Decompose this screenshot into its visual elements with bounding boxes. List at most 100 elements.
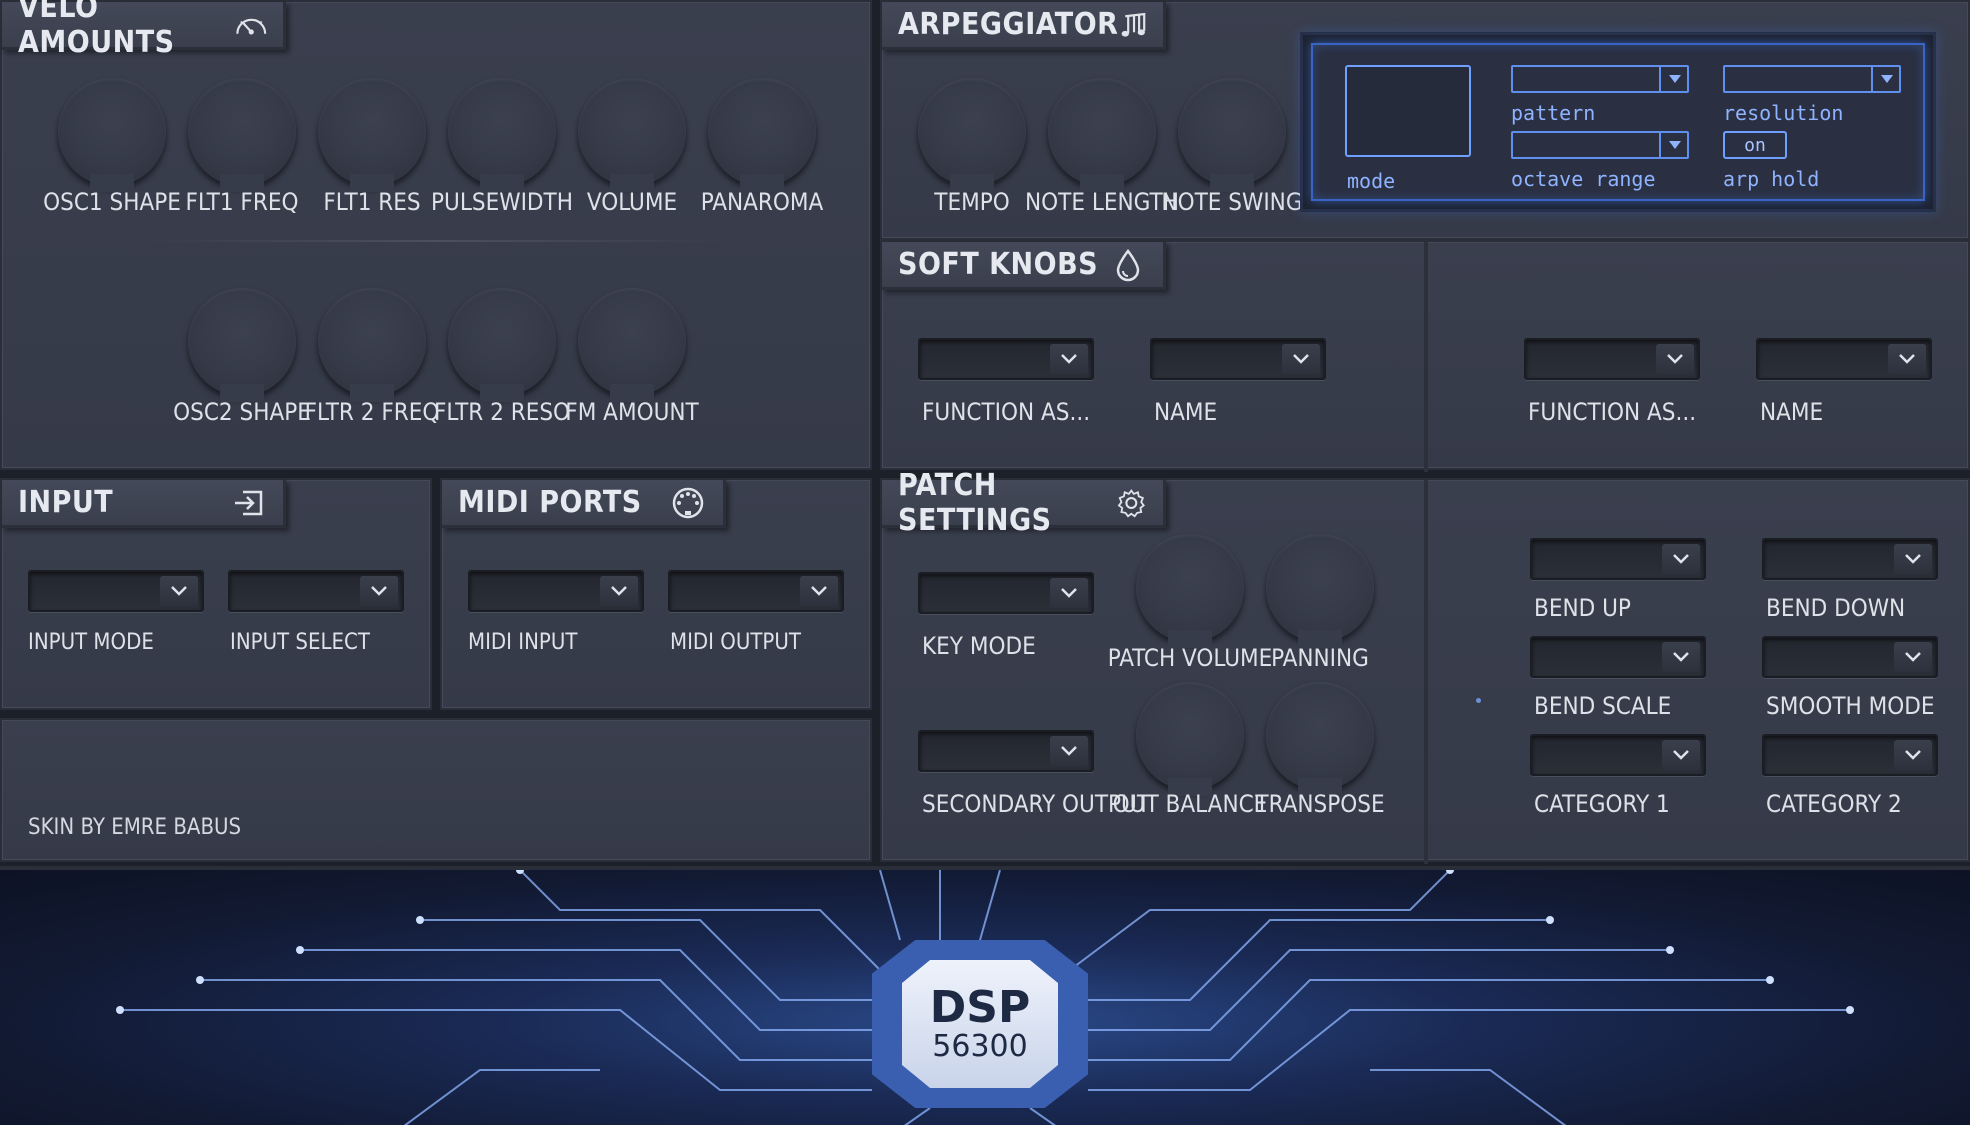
osc2-shape-knob[interactable]: [188, 288, 296, 402]
input-arrow-icon: [235, 490, 263, 515]
panning-knob[interactable]: [1266, 534, 1374, 648]
chip-title: DSP: [929, 981, 1031, 1033]
midi-output-label: MIDI OUTPUT: [670, 630, 801, 655]
out-balance-knob[interactable]: [1136, 682, 1244, 796]
knob-label: PATCH VOLUME: [1107, 644, 1273, 672]
midi-ports-panel: MIDI PORTS MIDI INPUT MIDI OUTPUT: [440, 478, 872, 710]
mode-label: mode: [1347, 169, 1396, 193]
bend-down-label: BEND DOWN: [1766, 594, 1906, 622]
pattern-label: pattern: [1511, 101, 1596, 125]
input-tab: INPUT: [2, 480, 286, 528]
soft-knob1-name-dropdown[interactable]: [1150, 338, 1326, 380]
arpeggiator-tab: ARPEGGIATOR: [882, 2, 1166, 50]
knob-label: OUT BALANCE: [1112, 790, 1268, 818]
divider: [142, 240, 732, 242]
osc1-shape-knob[interactable]: [58, 78, 166, 192]
category2-dropdown[interactable]: [1762, 734, 1938, 776]
knob-label: TEMPO: [934, 188, 1010, 216]
smooth-mode-label: SMOOTH MODE: [1766, 692, 1935, 720]
gauge-icon: [235, 18, 266, 35]
transpose-knob[interactable]: [1266, 682, 1374, 796]
velo-amounts-title: VELO AMOUNTS: [18, 0, 175, 60]
name-label: NAME: [1154, 398, 1218, 426]
resolution-select[interactable]: [1723, 65, 1901, 93]
note-length-knob[interactable]: [1048, 78, 1156, 192]
octave-range-label: octave range: [1511, 167, 1656, 191]
knob-label: OSC2 SHAPE: [173, 398, 311, 426]
volume-knob[interactable]: [578, 78, 686, 192]
midi-input-dropdown[interactable]: [468, 570, 644, 612]
secondary-output-dropdown[interactable]: [918, 730, 1094, 772]
knob-label: OSC1 SHAPE: [43, 188, 181, 216]
name-label: NAME: [1760, 398, 1824, 426]
pulsewidth-knob[interactable]: [448, 78, 556, 192]
soft-knobs-tab: SOFT KNOBS: [882, 242, 1166, 290]
category1-label: CATEGORY 1: [1534, 790, 1670, 818]
knob-label: TRANSPOSE: [1255, 790, 1385, 818]
soft-knobs-panel: SOFT KNOBS FUNCTION AS... NAME FUNCTION …: [880, 240, 1970, 472]
midi-ports-tab: MIDI PORTS: [442, 480, 726, 528]
midi-port-icon: [672, 487, 704, 518]
arp-hold-toggle[interactable]: on: [1723, 131, 1787, 159]
function-label: FUNCTION AS...: [922, 398, 1091, 426]
fltr2-reso-knob[interactable]: [448, 288, 556, 402]
soft-knob1-function-dropdown[interactable]: [918, 338, 1094, 380]
patch-volume-knob[interactable]: [1136, 534, 1244, 648]
resolution-label: resolution: [1723, 101, 1844, 125]
key-mode-label: KEY MODE: [922, 632, 1036, 660]
bend-scale-label: BEND SCALE: [1534, 692, 1672, 720]
soft-knob2-function-dropdown[interactable]: [1524, 338, 1700, 380]
soft-knob2-name-dropdown[interactable]: [1756, 338, 1932, 380]
patch-settings-panel: PATCH SETTINGS KEY MODE SECONDARY OUTPUT…: [880, 468, 1970, 864]
input-select-label: INPUT SELECT: [230, 630, 370, 655]
note-swing-knob[interactable]: [1178, 78, 1286, 192]
bend-scale-dropdown[interactable]: [1530, 636, 1706, 678]
knob-label: FLT1 RES: [323, 188, 421, 216]
credit-panel: [0, 718, 872, 862]
input-mode-dropdown[interactable]: [28, 570, 204, 612]
bend-down-dropdown[interactable]: [1762, 538, 1938, 580]
knob-label: FLT1 FREQ: [185, 188, 299, 216]
octave-range-select[interactable]: [1511, 131, 1689, 159]
skin-credit: SKIN BY EMRE BABUS: [28, 815, 242, 840]
gear-icon: [1118, 488, 1146, 517]
midi-ports-title: MIDI PORTS: [458, 485, 642, 520]
soft-knobs-title: SOFT KNOBS: [898, 247, 1099, 282]
flt1-freq-knob[interactable]: [188, 78, 296, 192]
mode-display[interactable]: [1345, 65, 1471, 157]
patch-settings-divider: [1424, 480, 1428, 864]
bend-up-label: BEND UP: [1534, 594, 1631, 622]
function-label: FUNCTION AS...: [1528, 398, 1697, 426]
tempo-knob[interactable]: [918, 78, 1026, 192]
arp-hold-label: arp hold: [1723, 167, 1820, 191]
flt1-res-knob[interactable]: [318, 78, 426, 192]
category1-dropdown[interactable]: [1530, 734, 1706, 776]
knob-label: PANAROMA: [700, 188, 824, 216]
knob-label: FLTR 2 RESO: [433, 398, 571, 426]
velo-amounts-panel: VELO AMOUNTS OSC1 SHAPE FLT1 FREQ FLT1 R…: [0, 0, 872, 470]
midi-input-label: MIDI INPUT: [468, 630, 578, 655]
fltr2-freq-knob[interactable]: [318, 288, 426, 402]
input-mode-label: INPUT MODE: [28, 630, 154, 655]
pattern-select[interactable]: [1511, 65, 1689, 93]
input-title: INPUT: [18, 485, 114, 520]
smooth-mode-dropdown[interactable]: [1762, 636, 1938, 678]
input-panel: INPUT INPUT MODE INPUT SELECT: [0, 478, 432, 710]
bend-up-dropdown[interactable]: [1530, 538, 1706, 580]
knob-label: FLTR 2 FREQ: [304, 398, 440, 426]
category2-label: CATEGORY 2: [1766, 790, 1902, 818]
indicator-dot: [1476, 698, 1481, 703]
fm-amount-knob[interactable]: [578, 288, 686, 402]
knob-label: FM AMOUNT: [565, 398, 699, 426]
key-mode-dropdown[interactable]: [918, 572, 1094, 614]
arpeggiator-title: ARPEGGIATOR: [898, 7, 1119, 42]
soft-knobs-divider: [1424, 242, 1428, 472]
knob-label: VOLUME: [586, 188, 678, 216]
input-select-dropdown[interactable]: [228, 570, 404, 612]
knob-label: PULSEWIDTH: [431, 188, 573, 216]
dsp-chip: DSP 56300: [902, 960, 1058, 1088]
midi-output-dropdown[interactable]: [668, 570, 844, 612]
knob-label: NOTE SWING: [1161, 188, 1303, 216]
patch-settings-tab: PATCH SETTINGS: [882, 468, 1166, 538]
panaroma-knob[interactable]: [708, 78, 816, 192]
